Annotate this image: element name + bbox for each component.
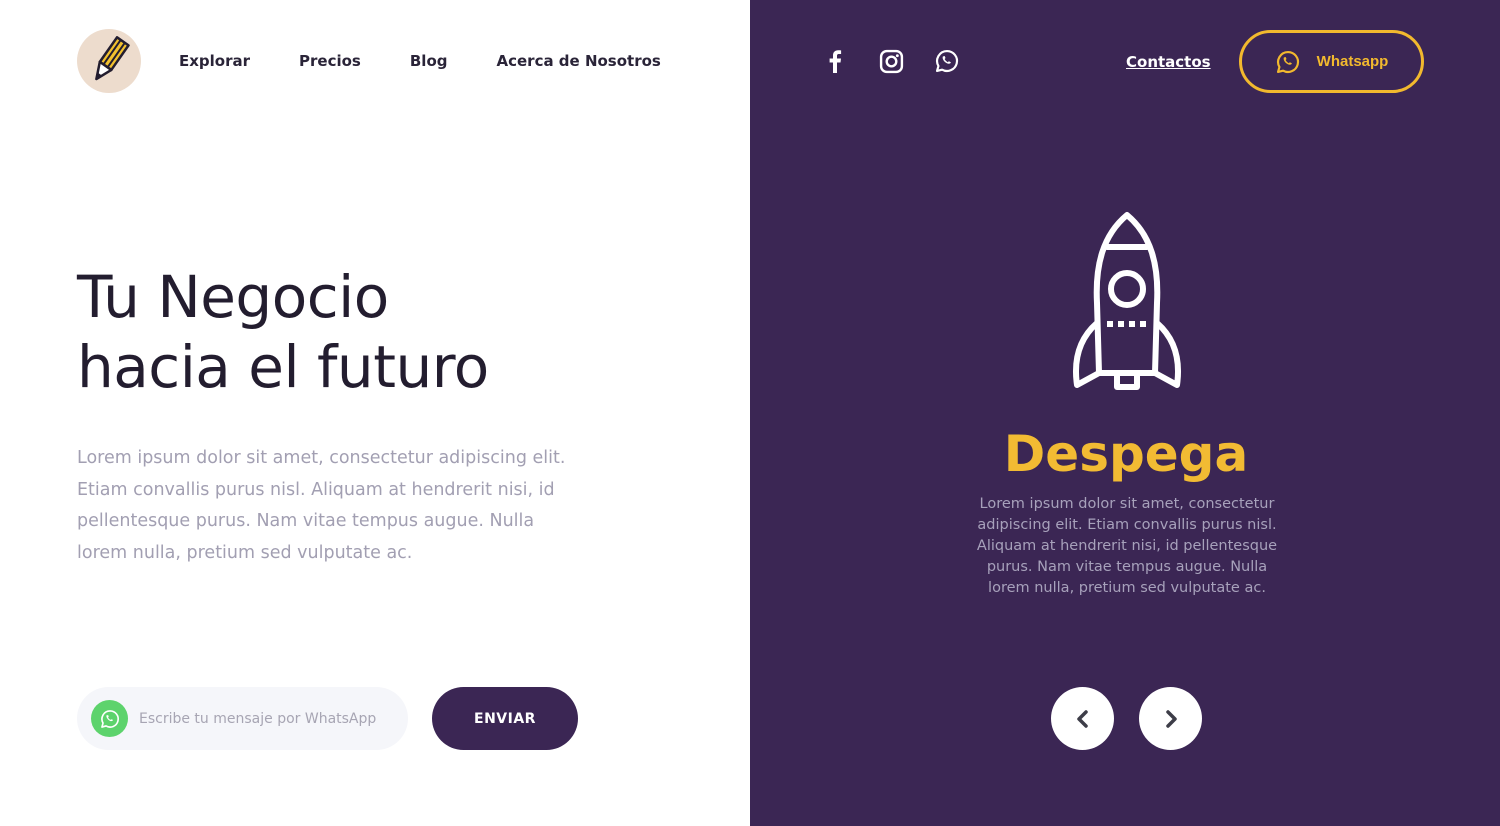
hero-title-line2: hacia el futuro <box>77 333 489 401</box>
whatsapp-message-box <box>77 687 408 750</box>
nav-item-acerca[interactable]: Acerca de Nosotros <box>497 50 661 72</box>
logo[interactable] <box>77 29 141 93</box>
instagram-icon[interactable] <box>878 47 904 75</box>
main-nav: Explorar Precios Blog Acerca de Nosotros <box>179 50 710 72</box>
social-links <box>822 47 990 75</box>
whatsapp-icon[interactable] <box>934 47 960 75</box>
whatsapp-button-label: Whatsapp <box>1316 53 1389 70</box>
pencil-icon <box>95 36 130 81</box>
left-panel: Explorar Precios Blog Acerca de Nosotros… <box>0 0 750 826</box>
whatsapp-button[interactable]: Whatsapp <box>1239 30 1424 93</box>
nav-item-blog[interactable]: Blog <box>410 50 448 72</box>
hero-description: Lorem ipsum dolor sit amet, consectetur … <box>77 448 566 563</box>
feature-description: Lorem ipsum dolor sit amet, consectetur … <box>976 496 1278 596</box>
previous-slide-button[interactable] <box>1051 687 1114 750</box>
nav-item-explorar[interactable]: Explorar <box>179 50 250 72</box>
rocket-icon <box>1073 212 1181 390</box>
send-button[interactable]: ENVIAR <box>432 687 578 750</box>
whatsapp-message-input[interactable] <box>139 710 399 727</box>
whatsapp-icon <box>1275 49 1301 75</box>
nav-item-precios[interactable]: Precios <box>299 50 361 72</box>
contact-link[interactable]: Contactos <box>1126 51 1211 73</box>
next-slide-button[interactable] <box>1139 687 1202 750</box>
hero-title: Tu Negocio hacia el futuro <box>77 262 697 402</box>
feature-title: Despega <box>1003 425 1249 483</box>
right-panel <box>750 0 1500 826</box>
whatsapp-icon <box>91 700 128 737</box>
chevron-right-icon <box>1165 709 1177 728</box>
hero-title-line1: Tu Negocio <box>77 263 389 331</box>
facebook-icon[interactable] <box>822 47 848 75</box>
chevron-left-icon <box>1076 709 1088 728</box>
